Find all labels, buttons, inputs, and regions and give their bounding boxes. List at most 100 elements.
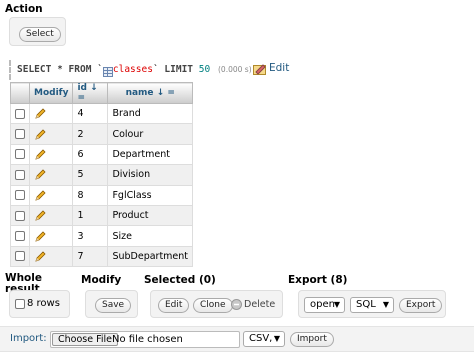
row-id: 4 [72,102,109,125]
import-format-select[interactable]: CSV, ▼ [243,331,285,347]
edit-query-link[interactable]: Edit [269,62,289,74]
row-id: 3 [72,225,109,247]
sql-limit-keyword: LIMIT [164,64,194,75]
row-checkbox-cell [10,245,30,268]
sql-table-name[interactable]: classes [113,64,153,75]
edit-icon[interactable] [253,63,267,78]
table-icon [102,65,113,77]
row-checkbox[interactable] [15,169,25,180]
modify-fieldset: Save [85,290,138,318]
row-checkbox-cell [10,123,30,145]
export-mode-value: open [310,299,335,310]
row-id: 7 [72,245,109,268]
pencil-icon[interactable] [34,209,47,222]
row-checkbox-cell [10,143,30,166]
select-button[interactable]: Select [19,27,61,42]
table-row[interactable]: 7 SubDepartment [10,245,194,268]
sql-star: * [57,64,63,75]
save-button[interactable]: Save [95,298,132,313]
id-column-header[interactable]: id ↓ = [72,82,109,104]
pencil-icon[interactable] [34,189,47,202]
row-id: 6 [72,143,109,166]
row-checkbox[interactable] [15,129,25,140]
row-checkbox-cell [10,102,30,125]
table-row[interactable]: 2 Colour [10,123,194,145]
row-name: Department [107,143,194,166]
row-checkbox[interactable] [15,231,25,242]
edit-selected-button[interactable]: Edit [158,298,190,313]
row-name: Brand [107,102,194,125]
sql-from-keyword: FROM [68,64,92,75]
whole-result-checkbox[interactable] [15,299,25,309]
clone-selected-button[interactable]: Clone [193,298,233,313]
row-id: 5 [72,164,109,186]
action-fieldset: Select [9,17,66,46]
export-format-value: SQL [356,299,376,310]
row-id: 1 [72,204,109,227]
table-row[interactable]: 3 Size [10,225,194,247]
sql-query: SELECT * FROM ` classes` LIMIT 50 [9,60,211,80]
row-checkbox[interactable] [15,210,25,221]
chevron-down-icon: ▼ [333,300,340,309]
chevron-down-icon: ▼ [273,334,280,343]
pencil-icon[interactable] [34,128,47,141]
row-checkbox[interactable] [15,251,25,262]
row-modify-cell [28,184,74,206]
results-table: Modify id ↓ = name ↓ = 4 Brand 2 Colour 6 Dep… [10,82,194,268]
row-checkbox-cell [10,225,30,247]
export-fieldset: open ▼ SQL ▼ Export [298,290,446,318]
table-header-row: Modify id ↓ = name ↓ = [10,82,194,104]
export-format-select[interactable]: SQL ▼ [350,297,394,313]
delete-selected-button[interactable]: Delete [244,299,275,310]
export-mode-select[interactable]: open ▼ [304,297,345,313]
export-heading: Export (8) [288,274,348,286]
row-modify-cell [28,102,74,125]
row-id: 2 [72,123,109,145]
import-format-value: CSV, [249,333,273,344]
whole-result-fieldset: 8 rows [9,290,70,318]
row-name: SubDepartment [107,245,194,268]
pencil-icon[interactable] [34,107,47,120]
modify-heading: Modify [81,274,122,286]
table-row[interactable]: 4 Brand [10,102,194,125]
export-button[interactable]: Export [399,298,443,313]
row-checkbox-cell [10,204,30,227]
import-label[interactable]: Import: [10,333,47,344]
delete-icon[interactable] [231,299,242,313]
row-name: Size [107,225,194,247]
table-row[interactable]: 1 Product [10,204,194,227]
row-checkbox-cell [10,164,30,186]
selected-heading: Selected (0) [144,274,216,286]
select-all-header [10,82,30,104]
row-name: FglClass [107,184,194,206]
pencil-icon[interactable] [34,168,47,181]
table-row[interactable]: 6 Department [10,143,194,166]
file-input[interactable]: Choose File No file chosen [50,331,240,348]
row-name: Product [107,204,194,227]
sql-select-keyword: SELECT [17,64,52,75]
pencil-icon[interactable] [34,230,47,243]
row-name: Division [107,164,194,186]
row-modify-cell [28,225,74,247]
no-file-chosen-text: No file chosen [112,334,183,345]
modify-header: Modify [28,82,74,104]
import-button[interactable]: Import [290,332,334,347]
row-checkbox[interactable] [15,108,25,119]
name-column-header[interactable]: name ↓ = [107,82,194,104]
row-checkbox[interactable] [15,149,25,160]
action-heading: Action [5,3,43,15]
selected-fieldset: Edit Clone Delete [150,290,283,318]
table-row[interactable]: 5 Division [10,164,194,186]
row-name: Colour [107,123,194,145]
pencil-icon[interactable] [34,250,47,263]
row-modify-cell [28,143,74,166]
row-id: 8 [72,184,109,206]
choose-file-button[interactable]: Choose File [52,333,118,346]
row-modify-cell [28,164,74,186]
row-modify-cell [28,204,74,227]
table-row[interactable]: 8 FglClass [10,184,194,206]
row-checkbox-cell [10,184,30,206]
row-checkbox[interactable] [15,190,25,201]
sql-limit-value: 50 [198,64,211,75]
pencil-icon[interactable] [34,148,47,161]
